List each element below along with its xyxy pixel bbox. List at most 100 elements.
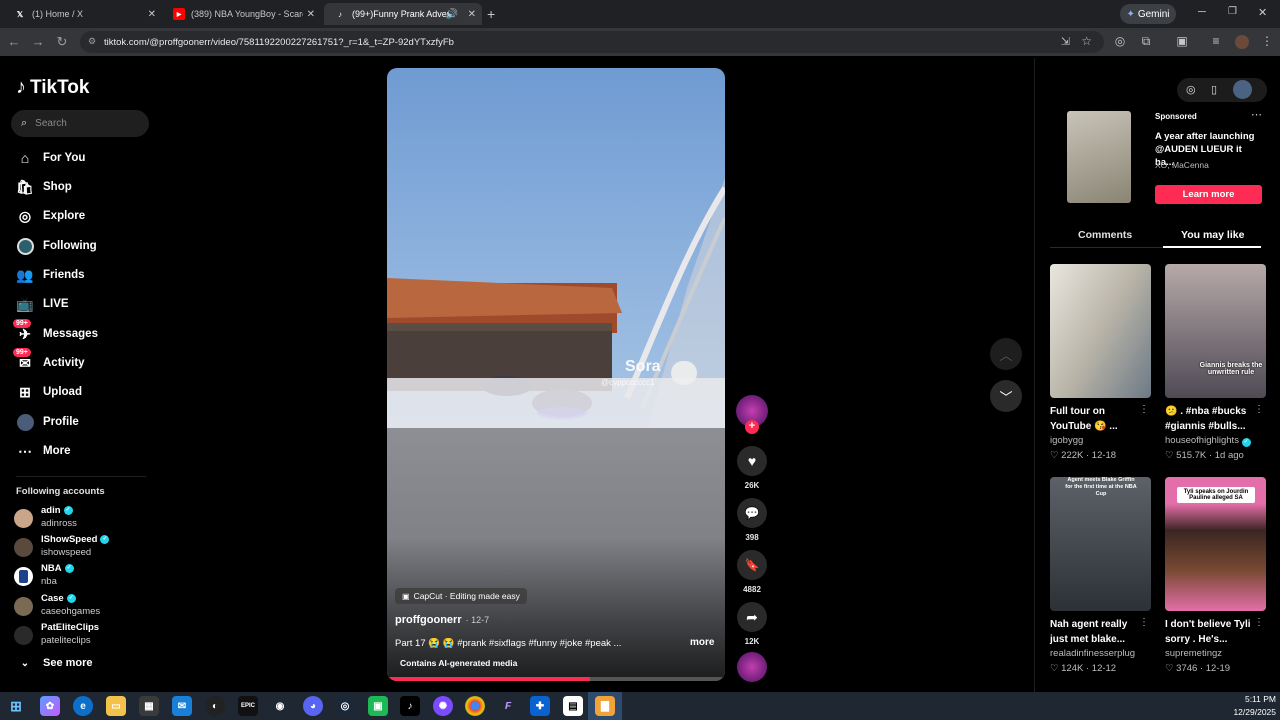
ad-thumbnail[interactable]: [1067, 111, 1131, 203]
gemini-button[interactable]: ✦ Gemini: [1120, 4, 1176, 24]
card-menu-icon[interactable]: ⋮: [1139, 404, 1149, 415]
save-button[interactable]: 🔖: [737, 550, 767, 580]
start-icon[interactable]: ⊞: [6, 696, 26, 716]
video-author[interactable]: proffgoonerr: [395, 614, 462, 626]
reload-icon[interactable]: ↻: [54, 34, 70, 50]
minimize-icon[interactable]: ─: [1198, 6, 1206, 18]
close-tab-icon[interactable]: ✕: [468, 9, 476, 20]
sidebar-item-more[interactable]: ⋯ More: [16, 440, 70, 462]
ad-more-icon[interactable]: ⋯: [1251, 108, 1262, 121]
comment-button[interactable]: 💬: [737, 498, 767, 528]
restore-icon[interactable]: ❐: [1228, 6, 1237, 17]
account-handle: pateliteclips: [41, 635, 91, 646]
new-tab-button[interactable]: +: [487, 6, 495, 22]
app-icon[interactable]: ◐: [205, 696, 225, 716]
copilot-icon[interactable]: ✿: [40, 696, 60, 716]
app-icon[interactable]: ▤: [563, 696, 583, 716]
epic-games-icon[interactable]: EPIC: [238, 696, 258, 716]
sidebar-item-following[interactable]: Following: [16, 235, 97, 257]
user-avatar[interactable]: [1233, 80, 1252, 99]
media-control-icon[interactable]: ≡: [1208, 34, 1224, 48]
sidepanel-icon[interactable]: ▣: [1174, 34, 1190, 48]
following-account[interactable]: NBA ✓ nba: [14, 563, 154, 591]
audio-playing-icon[interactable]: 🔊: [446, 9, 458, 20]
mail-icon[interactable]: ✉: [172, 696, 192, 716]
sound-disc[interactable]: [737, 652, 767, 682]
following-account[interactable]: PatEliteClips pateliteclips: [14, 622, 154, 650]
sidebar-item-upload[interactable]: ⊞ Upload: [16, 381, 82, 403]
card-author[interactable]: houseofhighlights: [1165, 435, 1239, 446]
extension-icon[interactable]: ◎: [1112, 34, 1128, 48]
tiktok-logo[interactable]: ♪ TikTok: [16, 76, 89, 99]
chrome-icon[interactable]: [465, 696, 485, 716]
app-icon[interactable]: ✺: [433, 696, 453, 716]
profile-avatar[interactable]: [1235, 35, 1249, 49]
card-likes: 3746: [1176, 663, 1198, 674]
compass-icon[interactable]: ◎: [1186, 83, 1196, 96]
search-input[interactable]: ⌕ Search: [11, 110, 149, 137]
avatar: [14, 509, 33, 528]
app-icon[interactable]: ✚: [530, 696, 550, 716]
sidebar-item-shop[interactable]: 🛍 Shop: [16, 176, 72, 198]
tab-tiktok[interactable]: ♪ (99+)Funny Prank Adventur 🔊 ✕: [324, 3, 482, 25]
card-menu-icon[interactable]: ⋮: [1139, 617, 1149, 628]
app-icon[interactable]: ▣: [368, 696, 388, 716]
following-account[interactable]: IShowSpeed ✓ ishowspeed: [14, 534, 154, 562]
following-account[interactable]: adin ✓ adinross: [14, 505, 154, 533]
edge-icon[interactable]: e: [73, 696, 93, 716]
following-account[interactable]: Case ✓ caseohgames: [14, 593, 154, 621]
active-taskbar-app[interactable]: ▇: [588, 692, 622, 720]
like-button[interactable]: ♥: [737, 446, 767, 476]
card-author[interactable]: igobygg: [1050, 435, 1083, 446]
app-icon[interactable]: ◉: [270, 696, 290, 716]
card-author[interactable]: realadinfinesserplug: [1050, 648, 1135, 659]
sidebar-item-for-you[interactable]: ⌂ For You: [16, 147, 86, 169]
tiktok-app-icon[interactable]: ♪: [400, 696, 420, 716]
video-player[interactable]: Sora @cyppcccccc1 ▣ CapCut · Editing mad…: [387, 68, 725, 681]
clock-date[interactable]: 12/29/2025: [1228, 707, 1276, 717]
caption-more-button[interactable]: more: [690, 637, 714, 648]
capcut-chip[interactable]: ▣ CapCut · Editing made easy: [395, 588, 527, 604]
close-window-icon[interactable]: ✕: [1258, 6, 1267, 19]
previous-video-button[interactable]: ︿: [990, 338, 1022, 370]
card-menu-icon[interactable]: ⋮: [1254, 404, 1264, 415]
file-explorer-icon[interactable]: ▭: [106, 696, 126, 716]
close-tab-icon[interactable]: ✕: [307, 9, 315, 20]
card-author[interactable]: supremetingz: [1165, 648, 1222, 659]
follow-plus-icon[interactable]: +: [745, 420, 759, 434]
discord-icon[interactable]: ◕: [303, 696, 323, 716]
tab-comments[interactable]: Comments: [1078, 229, 1132, 241]
site-info-icon[interactable]: ⚙: [88, 36, 96, 47]
sidebar-item-activity[interactable]: ✉ 99+ Activity: [13, 348, 85, 374]
install-app-icon[interactable]: ⇲: [1061, 35, 1070, 48]
sidebar-item-messages[interactable]: ✈ 99+ Messages: [13, 319, 98, 345]
learn-more-button[interactable]: Learn more: [1155, 185, 1262, 204]
clock-time[interactable]: 5:11 PM: [1234, 694, 1276, 704]
tab-you-may-like[interactable]: You may like: [1181, 229, 1244, 241]
bookmark-star-icon[interactable]: ☆: [1081, 34, 1092, 48]
url-input[interactable]: ⚙ tiktok.com/@proffgoonerr/video/7581192…: [80, 31, 1104, 53]
sidebar-item-explore[interactable]: ◎ Explore: [16, 205, 85, 227]
next-video-button[interactable]: ﹀: [990, 380, 1022, 412]
video-thumbnail: Giannis breaks the unwritten rule: [1165, 264, 1266, 398]
forward-icon[interactable]: →: [30, 34, 46, 49]
store-icon[interactable]: ▦: [139, 696, 159, 716]
sidebar-item-profile[interactable]: Profile: [16, 411, 79, 433]
sidebar-item-friends[interactable]: 👥 Friends: [16, 264, 84, 286]
kebab-menu-icon[interactable]: ⋮: [1259, 34, 1275, 48]
close-tab-icon[interactable]: ✕: [148, 9, 156, 20]
messages-icon: ✈ 99+: [13, 319, 34, 343]
see-more-label: See more: [43, 657, 93, 669]
see-more-button[interactable]: ⌄ See more: [16, 652, 93, 674]
card-menu-icon[interactable]: ⋮: [1254, 617, 1264, 628]
device-icon[interactable]: ▯: [1211, 83, 1217, 96]
steam-icon[interactable]: ◎: [335, 696, 355, 716]
sidebar-item-live[interactable]: 📺 LIVE: [16, 293, 68, 315]
progress-track[interactable]: [387, 677, 725, 681]
share-button[interactable]: ➦: [737, 602, 767, 632]
tab-youtube[interactable]: ▶ (389) NBA YoungBoy - Scared O ✕: [163, 3, 321, 25]
tab-x-home[interactable]: 𝕏 (1) Home / X ✕: [4, 3, 162, 25]
app-icon[interactable]: F: [498, 696, 518, 716]
back-icon[interactable]: ←: [6, 34, 22, 49]
puzzle-icon[interactable]: ⧉: [1138, 34, 1154, 49]
